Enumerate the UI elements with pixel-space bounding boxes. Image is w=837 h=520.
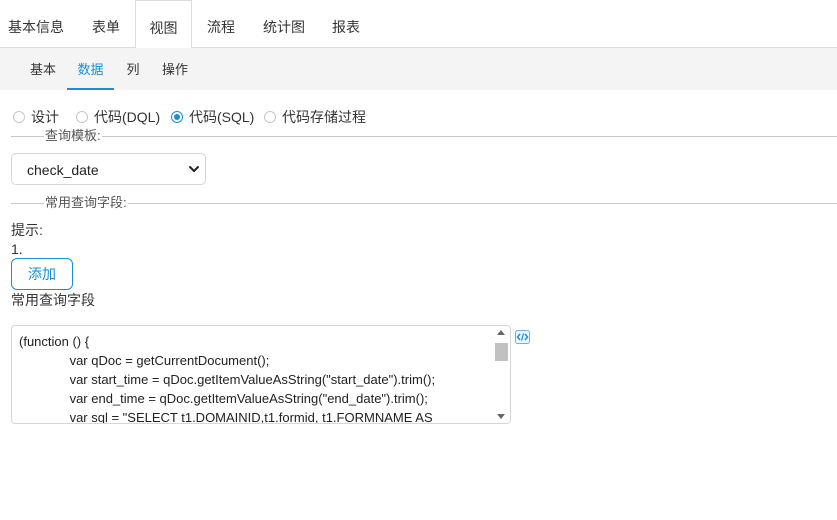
common-fields-label: 常用查询字段 [11, 292, 95, 308]
subtab-data[interactable]: 数据 [67, 48, 114, 90]
radio-code-procedure[interactable]: 代码存储过程 [264, 108, 366, 126]
radio-code-dql[interactable]: 代码(DQL) [76, 108, 160, 126]
radio-dot [264, 111, 276, 123]
radio-label: 代码存储过程 [282, 109, 366, 125]
query-template-value: check_date [27, 162, 99, 178]
code-line: var qDoc = getCurrentDocument(); [19, 353, 270, 368]
radio-dot [13, 111, 25, 123]
code-expand-icon[interactable] [515, 330, 530, 344]
code-content: (function () { var qDoc = getCurrentDocu… [19, 332, 497, 424]
top-tab-bar: 基本信息 表单 视图 流程 统计图 报表 [0, 0, 837, 49]
radio-label: 设计 [31, 109, 59, 125]
radio-label: 代码(DQL) [94, 109, 161, 125]
tab-report[interactable]: 报表 [324, 0, 368, 48]
hint-item: 1. [11, 241, 23, 257]
tab-chart[interactable]: 统计图 [254, 0, 314, 48]
radio-design[interactable]: 设计 [13, 108, 59, 126]
radio-dot [171, 111, 183, 123]
tab-workflow[interactable]: 流程 [198, 0, 244, 48]
code-line: var end_time = qDoc.getItemValueAsString… [19, 391, 428, 406]
radio-code-sql[interactable]: 代码(SQL) [171, 108, 254, 126]
code-scrollbar[interactable] [495, 328, 508, 421]
radio-label: 代码(SQL) [189, 109, 255, 125]
tab-form[interactable]: 表单 [82, 0, 130, 48]
radio-dot [76, 111, 88, 123]
code-line: var sql = "SELECT t1.DOMAINID,t1.formid,… [19, 410, 433, 424]
hint-label: 提示: [11, 222, 43, 238]
scroll-thumb[interactable] [495, 343, 508, 361]
code-editor[interactable]: (function () { var qDoc = getCurrentDocu… [11, 325, 511, 424]
scroll-up-icon[interactable] [497, 330, 505, 335]
code-line: var start_time = qDoc.getItemValueAsStri… [19, 372, 436, 387]
query-template-divider [11, 136, 837, 137]
add-button[interactable]: 添加 [11, 258, 73, 290]
subtab-columns[interactable]: 列 [122, 48, 144, 90]
subtab-operations[interactable]: 操作 [157, 48, 193, 90]
sub-tab-bar: 基本 数据 列 操作 [0, 48, 837, 90]
code-line: (function () { [19, 334, 90, 349]
tab-view[interactable]: 视图 [135, 0, 192, 49]
tab-basic-info[interactable]: 基本信息 [0, 0, 72, 48]
common-fields-legend: 常用查询字段: [44, 195, 128, 211]
common-fields-divider [11, 203, 837, 204]
query-template-select[interactable]: check_date [11, 153, 206, 185]
chevron-down-icon [189, 166, 199, 172]
query-template-legend: 查询模板: [44, 128, 102, 144]
scroll-down-icon[interactable] [497, 414, 505, 419]
subtab-basic[interactable]: 基本 [26, 48, 60, 90]
